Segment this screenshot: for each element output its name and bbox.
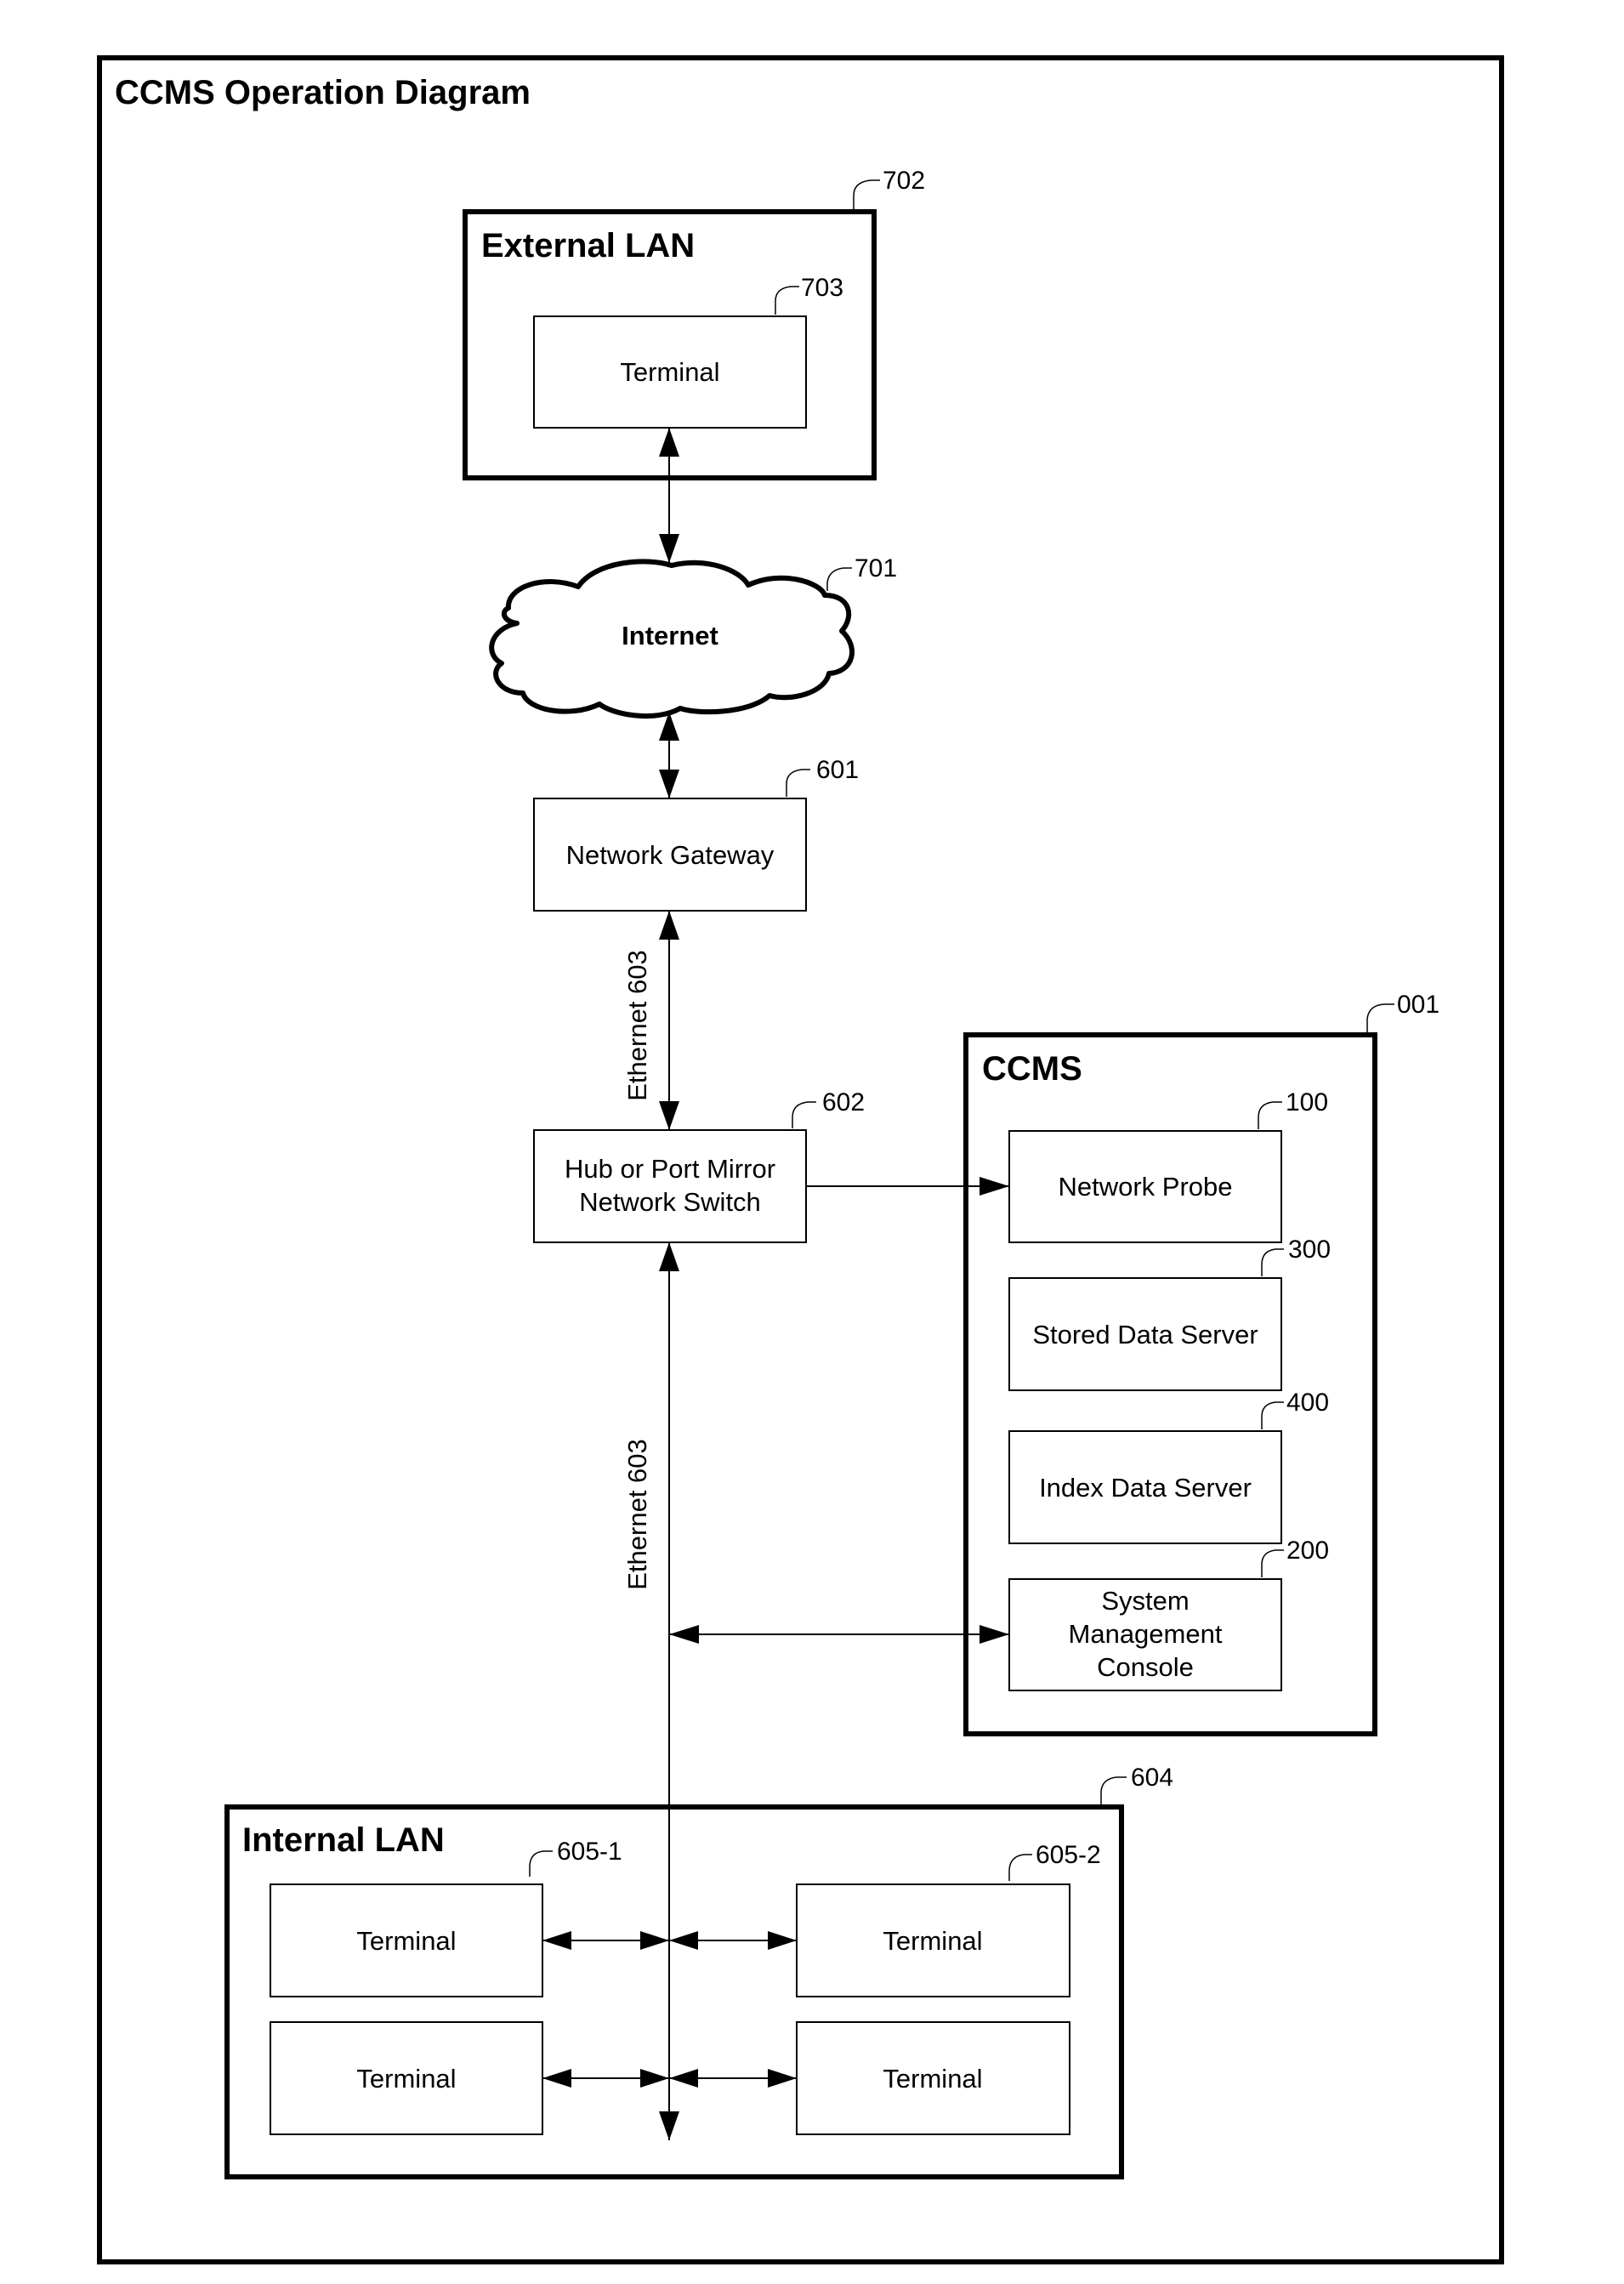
arrowhead-up-icon — [659, 1242, 679, 1271]
arrowhead-right-icon — [640, 2069, 669, 2088]
arrowhead-right-icon — [768, 1931, 797, 1950]
terminal-605-1-node[interactable]: Terminal — [270, 1883, 543, 1997]
terminal-3-node[interactable]: Terminal — [270, 2021, 543, 2135]
ccms-title: CCMS — [982, 1050, 1082, 1088]
system-management-console-node[interactable]: System Management Console — [1008, 1578, 1282, 1691]
ref-leader-605-2 — [1008, 1854, 1032, 1881]
ref-702: 702 — [883, 167, 925, 195]
arrowhead-right-icon — [980, 1625, 1009, 1644]
arrowhead-left-icon — [669, 1625, 699, 1644]
arrowhead-right-icon — [768, 2069, 797, 2088]
network-probe-label: Network Probe — [1058, 1172, 1232, 1202]
arrowhead-right-icon — [980, 1177, 1009, 1196]
arrowhead-left-icon — [542, 2069, 571, 2088]
network-probe-node[interactable]: Network Probe — [1008, 1130, 1282, 1243]
ref-leader-605-1 — [529, 1850, 553, 1877]
internal-lan-title: Internal LAN — [242, 1821, 445, 1859]
arrowhead-down-icon — [659, 2111, 679, 2140]
hub-switch-label-line2: Network Switch — [579, 1187, 761, 1217]
arrowhead-left-icon — [669, 1931, 698, 1950]
smc-label-line3: Console — [1097, 1652, 1194, 1682]
network-gateway-label: Network Gateway — [566, 840, 775, 870]
internet-label: Internet — [622, 621, 718, 651]
ref-leader-400 — [1261, 1401, 1284, 1429]
index-data-server-label: Index Data Server — [1039, 1473, 1252, 1503]
ref-604: 604 — [1131, 1764, 1173, 1792]
hub-switch-label-line1: Hub or Port Mirror — [565, 1154, 775, 1184]
diagram-title: CCMS Operation Diagram — [115, 74, 531, 111]
ref-leader-703 — [775, 286, 799, 315]
arrowhead-left-icon — [542, 1931, 571, 1950]
ccms-operation-diagram: CCMS Operation Diagram External LAN 702 … — [97, 55, 1504, 2264]
terminal-4-node[interactable]: Terminal — [796, 2021, 1070, 2135]
smc-label-line2: Management — [1069, 1619, 1223, 1649]
ccms-group: CCMS 001 Network Probe 100 Stored Data S… — [963, 991, 1439, 1736]
ref-400: 400 — [1286, 1389, 1329, 1417]
ref-200: 200 — [1286, 1537, 1329, 1565]
ref-leader-701 — [826, 567, 852, 591]
stored-data-server-label: Stored Data Server — [1032, 1320, 1258, 1349]
ref-703: 703 — [801, 274, 843, 302]
arrowhead-up-icon — [659, 911, 679, 940]
ref-605-2: 605-2 — [1036, 1841, 1101, 1869]
terminal-605-1-label: Terminal — [356, 1926, 456, 1956]
arrowhead-right-icon — [640, 1931, 669, 1950]
terminal-605-2-node[interactable]: Terminal — [796, 1883, 1070, 1997]
hub-switch-node[interactable]: Hub or Port Mirror Network Switch — [533, 1129, 807, 1243]
external-lan-group: External LAN 702 Terminal 703 — [463, 167, 925, 480]
internet-cloud-node[interactable]: Internet — [489, 559, 855, 719]
ref-leader-300 — [1261, 1248, 1284, 1276]
hub-switch-box — [533, 1129, 807, 1243]
ref-602: 602 — [822, 1088, 865, 1116]
terminal-703-node[interactable]: Terminal — [533, 315, 807, 429]
network-gateway-node[interactable]: Network Gateway — [533, 798, 807, 912]
ref-leader-604 — [1100, 1776, 1127, 1804]
ref-leader-200 — [1261, 1549, 1284, 1577]
terminal-605-2-label: Terminal — [883, 1926, 982, 1956]
ref-leader-001 — [1366, 1003, 1394, 1032]
arrowhead-up-icon — [659, 428, 679, 457]
terminal-4-label: Terminal — [883, 2064, 982, 2094]
arrowhead-down-icon — [659, 770, 679, 798]
ref-701: 701 — [855, 554, 897, 582]
ref-leader-702 — [853, 179, 880, 209]
ref-100: 100 — [1286, 1088, 1328, 1116]
ref-300: 300 — [1288, 1236, 1331, 1264]
ref-leader-100 — [1258, 1101, 1282, 1129]
smc-label-line1: System — [1101, 1586, 1189, 1616]
ref-leader-601 — [786, 769, 810, 797]
ethernet-label-lower: Ethernet 603 — [622, 1439, 652, 1590]
stored-data-server-node[interactable]: Stored Data Server — [1008, 1277, 1282, 1391]
terminal-703-label: Terminal — [620, 357, 719, 387]
terminal-3-label: Terminal — [356, 2064, 456, 2094]
external-lan-title: External LAN — [481, 227, 695, 264]
arrowhead-down-icon — [659, 1101, 679, 1130]
internal-lan-group: Internal LAN 604 Terminal 605-1 Terminal… — [224, 1764, 1173, 2179]
ref-leader-602 — [792, 1101, 816, 1128]
ref-001: 001 — [1397, 991, 1439, 1019]
ref-605-1: 605-1 — [557, 1838, 622, 1866]
arrowhead-left-icon — [669, 2069, 698, 2088]
arrowhead-down-icon — [659, 534, 679, 563]
index-data-server-node[interactable]: Index Data Server — [1008, 1430, 1282, 1544]
ref-601: 601 — [816, 756, 859, 784]
ethernet-label-upper: Ethernet 603 — [622, 950, 652, 1101]
